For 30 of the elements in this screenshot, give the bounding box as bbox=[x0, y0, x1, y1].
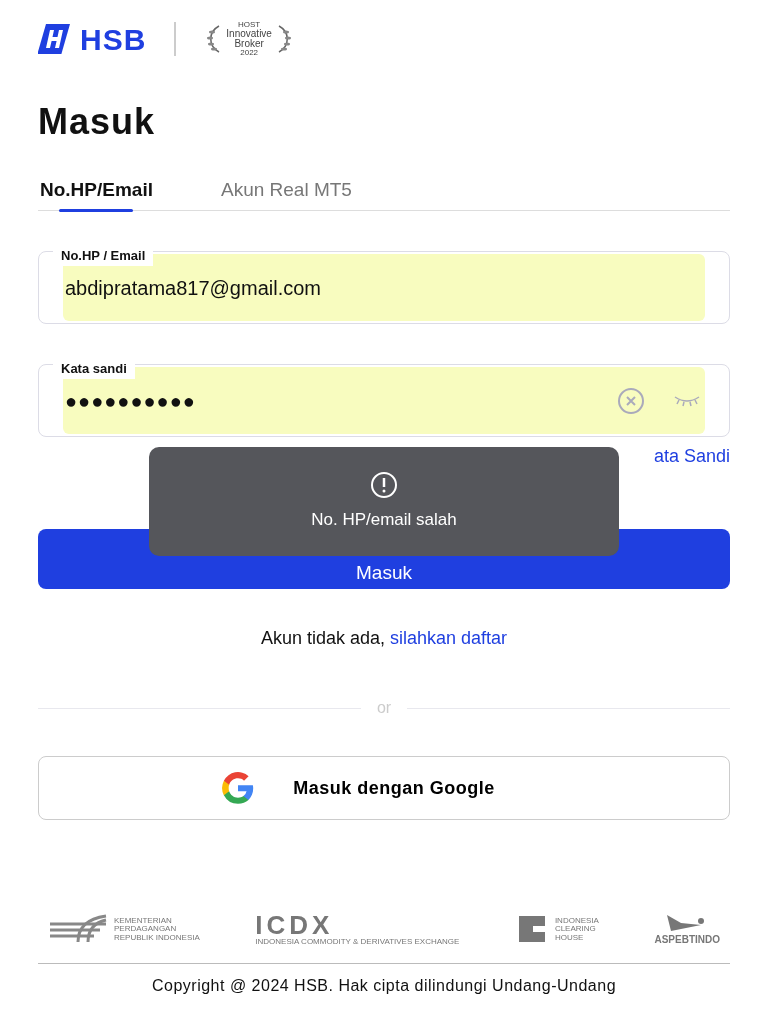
partner-logo-text: HOUSE bbox=[554, 933, 585, 942]
award-subtitle: Broker bbox=[234, 39, 264, 49]
globe-lines-icon bbox=[48, 914, 108, 945]
partner-logo-text: CLEARING bbox=[554, 925, 597, 934]
partner-logo-text: INDONESIA COMMODITY & DERIVATIVES EXCHANGE bbox=[255, 938, 460, 947]
award-title: Innovative bbox=[226, 29, 272, 39]
toast-message: No. HP/email salah bbox=[311, 508, 457, 531]
field-value: ●●●●●●●●●● bbox=[64, 388, 197, 414]
google-sign-in-button[interactable]: Masuk dengan Google bbox=[38, 756, 730, 821]
field-value: abdipratama817@gmail.com bbox=[64, 275, 322, 301]
tab[interactable]: Akun Real MT5 bbox=[219, 169, 354, 212]
clear-icon[interactable] bbox=[617, 386, 645, 415]
copyright-text: Copyright @ 2024 HSB. Hak cipta dilindungi Undang-Undang bbox=[150, 975, 618, 996]
logo-icon bbox=[38, 24, 72, 54]
forgot-password-link[interactable]: ata Sandi bbox=[653, 446, 730, 467]
eye-closed-icon[interactable] bbox=[673, 393, 701, 408]
award-label: HOST bbox=[238, 21, 261, 29]
register-prompt: Akun tidak ada, bbox=[260, 628, 386, 649]
tab[interactable]: No.HP/Email bbox=[38, 169, 155, 212]
warning-icon bbox=[370, 470, 398, 499]
partner-logo-text: INDONESIA bbox=[554, 916, 599, 926]
partner-logo-text: KEMENTERIAN bbox=[114, 916, 173, 926]
partner-logo-text: PERDAGANGAN bbox=[114, 925, 178, 934]
partner-logo-text: REPUBLIK INDONESIA bbox=[114, 933, 200, 942]
award-year: 2022 bbox=[240, 49, 259, 57]
brand-name: HSB bbox=[80, 21, 147, 58]
page-title: Masuk bbox=[38, 100, 157, 144]
partner-logo-text: ICDX bbox=[255, 912, 334, 939]
register-link[interactable]: silahkan daftar bbox=[390, 628, 508, 649]
partner-logo-text: ASPEBTINDO bbox=[654, 935, 720, 946]
